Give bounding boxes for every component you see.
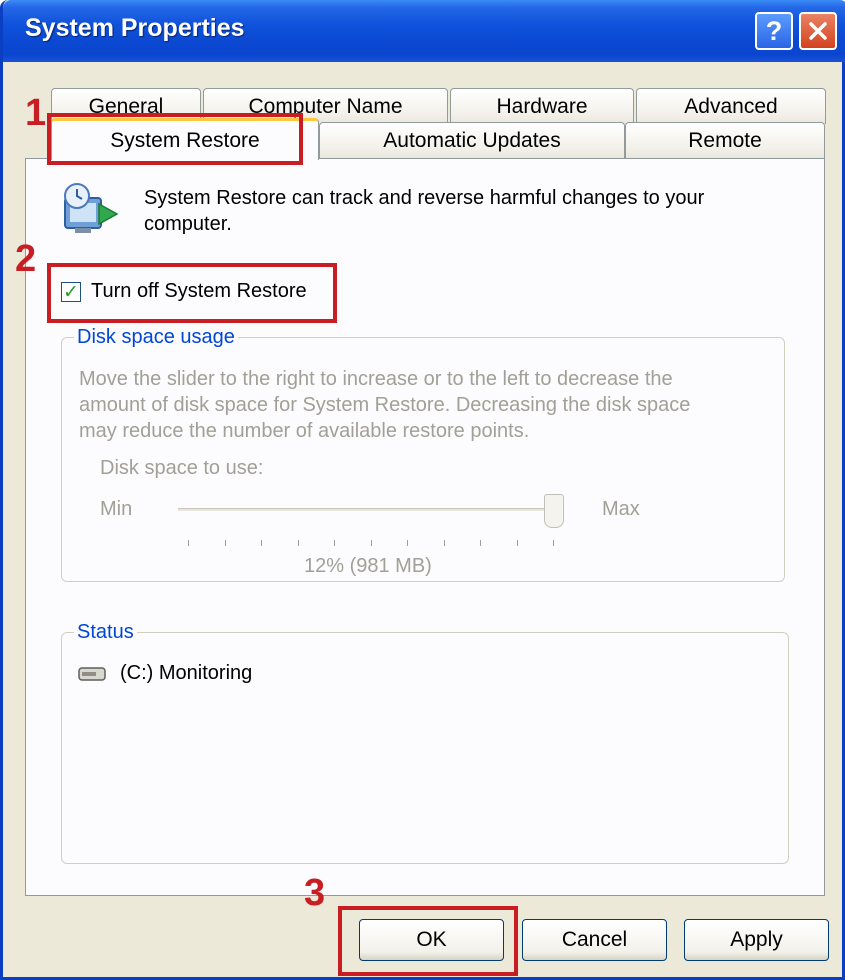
status-title: Status — [74, 621, 137, 644]
annotation-box-3 — [338, 906, 518, 976]
disk-space-slider-thumb[interactable] — [544, 494, 564, 528]
slider-tick — [261, 540, 262, 546]
tab-remote-label: Remote — [688, 128, 762, 152]
annotation-box-1 — [47, 113, 303, 165]
disk-info-line-2: amount of disk space for System Restore.… — [79, 394, 691, 416]
disk-space-usage-title: Disk space usage — [74, 326, 238, 349]
window-title: System Properties — [25, 14, 245, 42]
disk-space-slider-track[interactable] — [178, 508, 556, 512]
annotation-number-2: 2 — [15, 238, 37, 280]
tab-advanced-label: Advanced — [684, 94, 778, 118]
slider-tick — [516, 540, 518, 546]
slider-tick — [334, 540, 335, 546]
annotation-box-2 — [47, 263, 337, 323]
slider-tick — [553, 540, 554, 546]
slider-tick — [480, 540, 481, 546]
tab-automatic-updates-label: Automatic Updates — [383, 128, 561, 152]
tab-automatic-updates[interactable]: Automatic Updates — [319, 122, 625, 158]
close-icon — [809, 22, 827, 40]
slider-tick — [224, 540, 226, 546]
help-button[interactable]: ? — [755, 12, 793, 50]
system-restore-icon — [64, 183, 119, 233]
tab-remote[interactable]: Remote — [625, 122, 825, 158]
slider-tick — [297, 540, 299, 546]
annotation-number-1: 1 — [25, 92, 47, 134]
annotation-number-3: 3 — [304, 872, 326, 914]
disk-info-line-3: may reduce the number of available resto… — [79, 420, 530, 442]
tab-hardware[interactable]: Hardware — [450, 88, 634, 124]
description-line-2: computer. — [144, 213, 232, 235]
title-bar[interactable]: System Properties ? — [3, 0, 845, 62]
tab-advanced[interactable]: Advanced — [636, 88, 826, 124]
slider-max-label: Max — [602, 498, 640, 520]
disk-space-value: 12% (981 MB) — [304, 555, 432, 577]
slider-tick — [370, 540, 372, 546]
hard-drive-icon — [78, 667, 106, 681]
slider-min-label: Min — [100, 498, 133, 520]
drive-status: (C:) Monitoring — [120, 662, 253, 684]
slider-tick — [443, 540, 445, 546]
description-line-1: System Restore can track and reverse har… — [144, 187, 705, 209]
system-properties-window: System Properties ? General Computer Nam… — [0, 0, 845, 980]
cancel-button[interactable]: Cancel — [522, 919, 667, 961]
slider-tick — [407, 540, 408, 546]
apply-button[interactable]: Apply — [684, 919, 829, 961]
disk-info-line-1: Move the slider to the right to increase… — [79, 368, 673, 390]
disk-space-to-use-label: Disk space to use: — [100, 457, 264, 479]
tab-hardware-label: Hardware — [496, 94, 588, 118]
slider-tick — [188, 540, 189, 546]
close-button[interactable] — [799, 12, 837, 50]
